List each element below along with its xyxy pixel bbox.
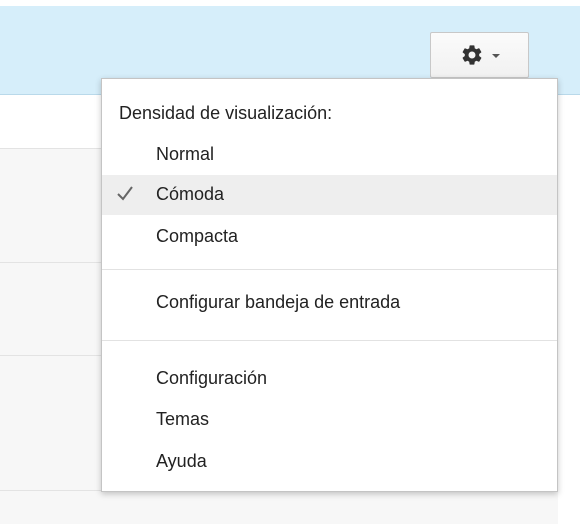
settings-dropdown-menu: Densidad de visualización: Normal Cómoda… [101, 78, 558, 492]
menu-item-configure-inbox[interactable]: Configurar bandeja de entrada [102, 283, 557, 323]
menu-item-label: Compacta [156, 226, 239, 246]
menu-item-help[interactable]: Ayuda [102, 442, 557, 482]
menu-item-label: Cómoda [156, 184, 225, 204]
menu-item-density-normal[interactable]: Normal [102, 135, 557, 175]
menu-item-label: Ayuda [156, 451, 207, 471]
menu-item-density-compact[interactable]: Compacta [102, 217, 557, 257]
menu-item-themes[interactable]: Temas [102, 400, 557, 440]
menu-item-label: Configurar bandeja de entrada [156, 292, 401, 312]
menu-item-density-comfortable[interactable]: Cómoda [102, 175, 557, 215]
menu-item-label: Temas [156, 409, 210, 429]
density-header: Densidad de visualización: [119, 103, 333, 123]
menu-separator [102, 269, 557, 270]
menu-item-label: Configuración [156, 368, 268, 388]
caret-down-icon [491, 54, 500, 58]
gear-icon [460, 43, 484, 67]
checkmark-icon [116, 183, 134, 203]
menu-separator [102, 340, 557, 341]
settings-menu-button[interactable] [430, 32, 529, 78]
menu-item-label: Normal [156, 144, 215, 164]
menu-item-settings[interactable]: Configuración [102, 359, 557, 399]
